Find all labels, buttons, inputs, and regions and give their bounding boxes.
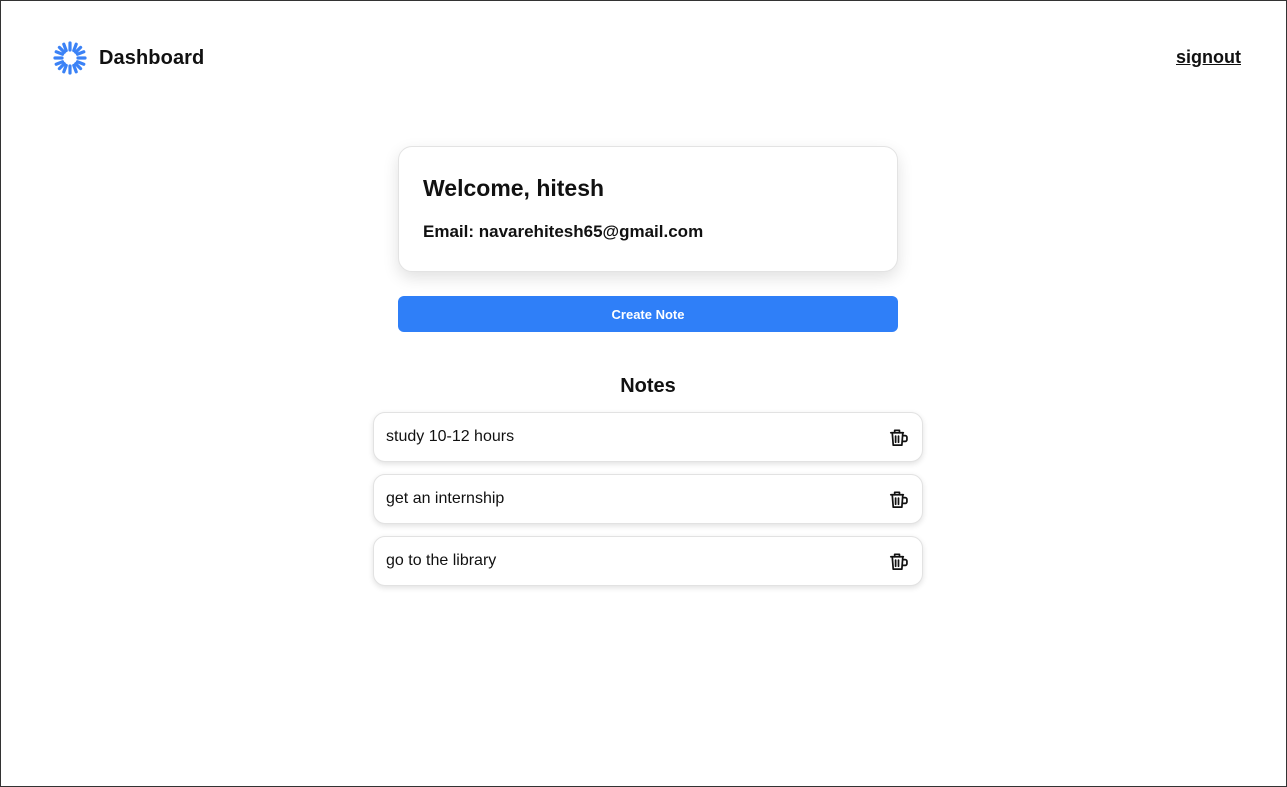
user-email: Email: navarehitesh65@gmail.com — [423, 222, 704, 241]
header: Dashboard — [53, 41, 204, 75]
list-item: get an internship — [373, 474, 923, 524]
notes-list: study 10-12 hours get an internship go t… — [373, 412, 923, 598]
app-window: Dashboard signout Welcome, hitesh Email:… — [0, 0, 1287, 787]
trash-icon[interactable] — [886, 549, 910, 573]
notes-heading: Notes — [620, 375, 676, 397]
trash-icon[interactable] — [886, 487, 910, 511]
note-text: study 10-12 hours — [386, 428, 515, 445]
list-item: go to the library — [373, 536, 923, 586]
loader-spinner-icon — [53, 41, 87, 75]
list-item: study 10-12 hours — [373, 412, 923, 462]
note-text: get an internship — [386, 490, 505, 507]
welcome-card: Welcome, hitesh Email: navarehitesh65@gm… — [398, 146, 898, 272]
signout-link[interactable]: signout — [1176, 47, 1241, 68]
create-note-button[interactable]: Create Note — [398, 296, 898, 332]
welcome-greeting: Welcome, hitesh — [423, 175, 605, 201]
app-title: Dashboard — [99, 46, 205, 69]
note-text: go to the library — [386, 552, 497, 569]
trash-icon[interactable] — [886, 425, 910, 449]
